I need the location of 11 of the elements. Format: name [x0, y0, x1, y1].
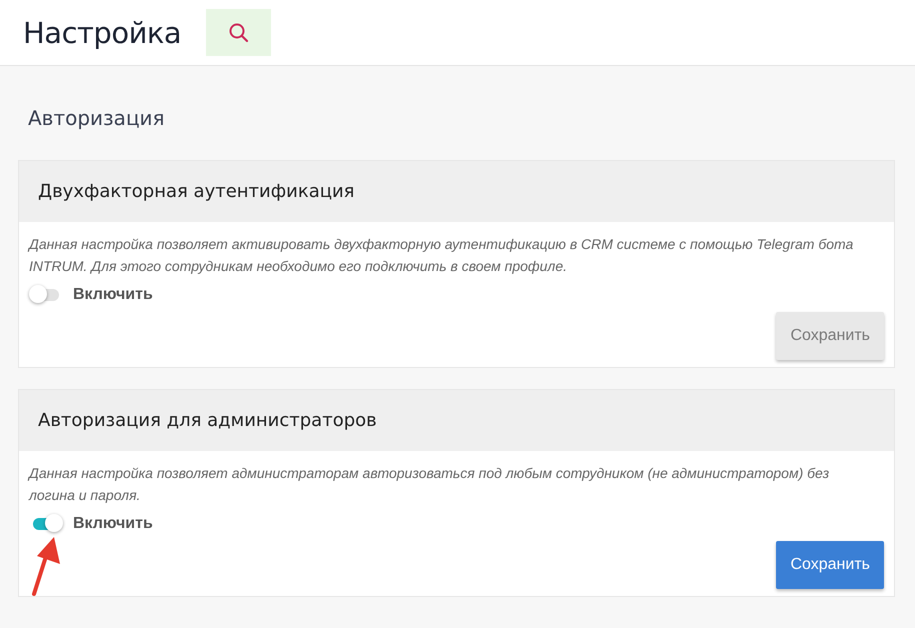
setting-description: Данная настройка позволяет администраторам авторизоваться под любым сотрудником (не администратором) без логина и пароля. [29, 464, 830, 505]
card-title: Двухфакторная аутентификация [38, 181, 355, 202]
search-button[interactable] [206, 9, 272, 56]
section-title: Авторизация [28, 106, 166, 130]
card-title: Авторизация для администраторов [38, 410, 377, 431]
search-icon [228, 22, 250, 44]
toggle-label: Включить [73, 515, 153, 533]
setting-description: Данная настройка позволяет активировать двухфакторную аутентификацию в CRM системе с помощью Telegram бота INTRUM. Для этого сотрудникам необходимо его подключить в своем профиле. [29, 235, 854, 276]
page-title: Настройка [23, 16, 182, 50]
toggle-label: Включить [73, 286, 153, 304]
save-button[interactable]: Сохранить [776, 541, 884, 589]
